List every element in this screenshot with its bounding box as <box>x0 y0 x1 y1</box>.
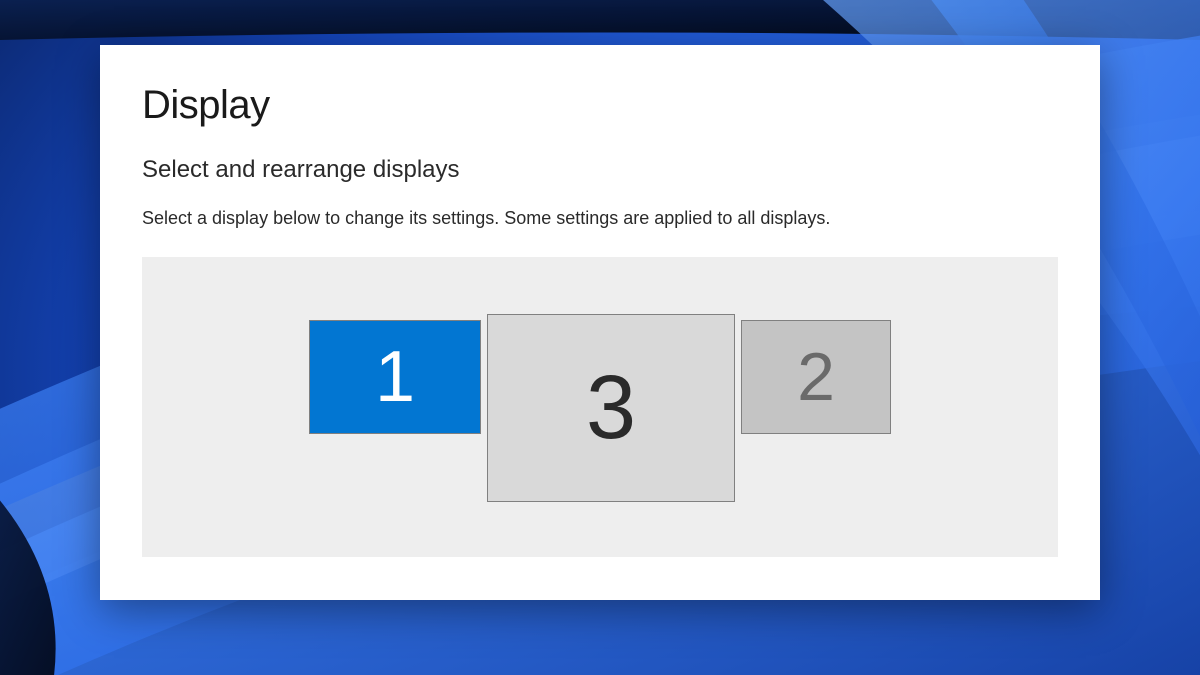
display-tile-2[interactable]: 2 <box>741 320 891 434</box>
section-header: Select and rearrange displays <box>142 156 1058 184</box>
display-tile-3[interactable]: 3 <box>487 314 735 502</box>
page-title: Display <box>142 83 1058 128</box>
display-number: 1 <box>375 336 415 418</box>
section-description: Select a display below to change its set… <box>142 208 1058 229</box>
display-number: 2 <box>797 338 835 416</box>
display-settings-window: Display Select and rearrange displays Se… <box>100 45 1100 600</box>
displays-row: 1 3 2 <box>309 320 891 502</box>
display-number: 3 <box>586 357 636 460</box>
display-arrangement-area[interactable]: 1 3 2 <box>142 257 1058 557</box>
display-tile-1[interactable]: 1 <box>309 320 481 434</box>
